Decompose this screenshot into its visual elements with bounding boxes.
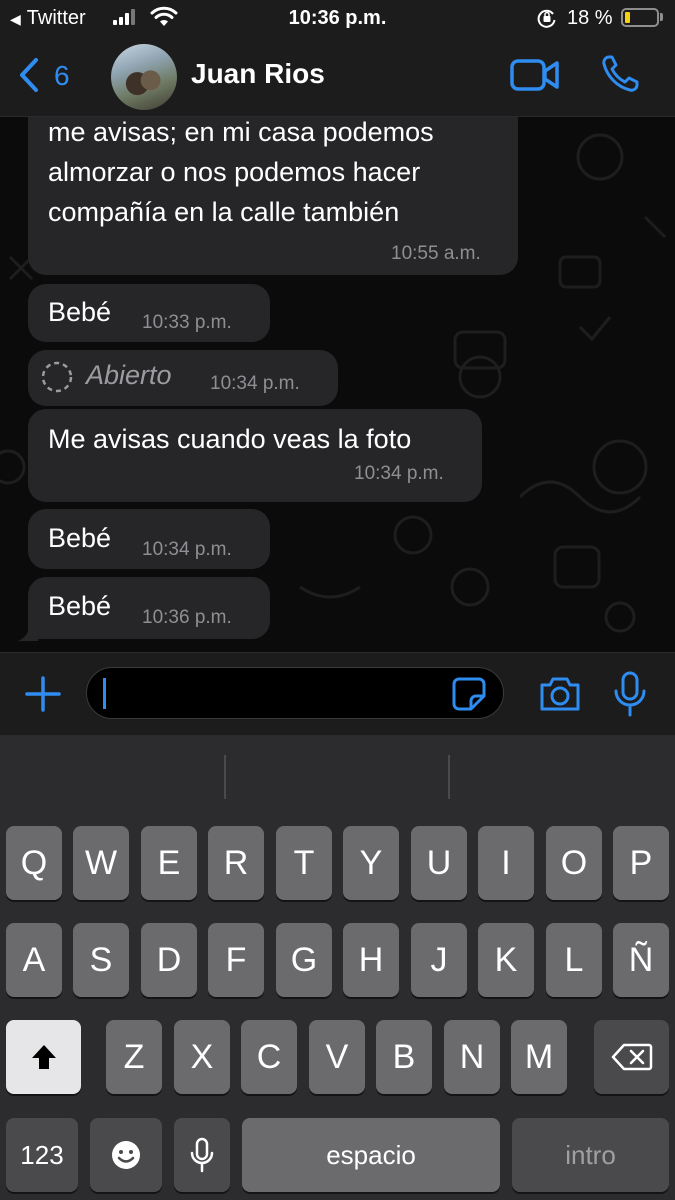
battery-level xyxy=(625,12,630,23)
key-z[interactable]: Z xyxy=(106,1020,162,1094)
unread-count[interactable]: 6 xyxy=(54,60,70,92)
key-c[interactable]: C xyxy=(241,1020,297,1094)
message-text-line: compañía en la calle también xyxy=(48,197,400,227)
key-g[interactable]: G xyxy=(276,923,332,997)
back-chevron-icon[interactable] xyxy=(16,56,42,94)
shift-key[interactable] xyxy=(6,1020,81,1094)
emoji-key[interactable] xyxy=(90,1118,162,1192)
battery-tip xyxy=(660,13,663,21)
message-time: 10:36 p.m. xyxy=(142,607,232,628)
key-p[interactable]: P xyxy=(613,826,669,900)
microphone-icon[interactable] xyxy=(612,671,648,717)
message-input[interactable] xyxy=(86,667,504,719)
view-once-bubble[interactable]: Abierto 10:34 p.m. xyxy=(28,350,338,406)
key-r[interactable]: R xyxy=(208,826,264,900)
status-bar: ◀ Twitter 10:36 p.m. 18 % xyxy=(0,0,675,38)
dictation-key[interactable] xyxy=(174,1118,230,1192)
sticker-icon[interactable] xyxy=(451,676,487,712)
text-cursor xyxy=(103,678,106,709)
message-time: 10:55 a.m. xyxy=(391,243,481,264)
contact-name[interactable]: Juan Rios xyxy=(191,58,325,90)
message-time: 10:34 p.m. xyxy=(142,539,232,560)
key-f[interactable]: F xyxy=(208,923,264,997)
chat-area[interactable]: me avisas; en mi casa podemos almorzar o… xyxy=(0,117,675,652)
key-m[interactable]: M xyxy=(511,1020,567,1094)
rotation-lock-icon xyxy=(537,9,556,28)
return-key[interactable]: intro xyxy=(512,1118,669,1192)
avatar[interactable] xyxy=(111,44,177,110)
message-time: 10:33 p.m. xyxy=(142,312,232,333)
backspace-key[interactable] xyxy=(594,1020,669,1094)
key-k[interactable]: K xyxy=(478,923,534,997)
message-text-line: almorzar o nos podemos hacer xyxy=(48,157,421,187)
message-bubble[interactable]: Bebé 10:36 p.m. xyxy=(28,577,270,639)
battery-percentage: 18 % xyxy=(567,7,613,29)
view-once-opened-icon xyxy=(41,361,73,393)
message-time: 10:34 p.m. xyxy=(354,463,444,484)
message-bubble[interactable]: Me avisas cuando veas la foto 10:34 p.m. xyxy=(28,409,482,502)
message-bubble[interactable]: me avisas; en mi casa podemos almorzar o… xyxy=(28,117,518,275)
key-enye[interactable]: Ñ xyxy=(613,923,669,997)
chat-header: 6 Juan Rios xyxy=(0,38,675,117)
video-call-icon[interactable] xyxy=(510,58,560,92)
key-x[interactable]: X xyxy=(174,1020,230,1094)
message-text: Bebé xyxy=(48,591,112,621)
backspace-icon xyxy=(611,1043,652,1071)
message-text: Me avisas cuando veas la foto xyxy=(48,424,412,454)
emoji-icon xyxy=(112,1141,140,1169)
key-q[interactable]: Q xyxy=(6,826,62,900)
message-text: Bebé xyxy=(48,297,112,327)
bubble-tail xyxy=(18,625,38,641)
key-h[interactable]: H xyxy=(343,923,399,997)
suggestion-divider xyxy=(224,755,226,799)
key-w[interactable]: W xyxy=(73,826,129,900)
key-v[interactable]: V xyxy=(309,1020,365,1094)
key-j[interactable]: J xyxy=(411,923,467,997)
message-bubble[interactable]: Bebé 10:34 p.m. xyxy=(28,509,270,569)
phone-icon[interactable] xyxy=(600,54,640,94)
message-text-line: me avisas; en mi casa podemos xyxy=(48,117,434,147)
suggestion-divider xyxy=(448,755,450,799)
key-n[interactable]: N xyxy=(444,1020,500,1094)
key-b[interactable]: B xyxy=(376,1020,432,1094)
key-d[interactable]: D xyxy=(141,923,197,997)
space-key[interactable]: espacio xyxy=(242,1118,500,1192)
key-y[interactable]: Y xyxy=(343,826,399,900)
message-text: Bebé xyxy=(48,523,112,553)
key-l[interactable]: L xyxy=(546,923,602,997)
message-bubble[interactable]: Bebé 10:33 p.m. xyxy=(28,284,270,342)
key-i[interactable]: I xyxy=(478,826,534,900)
plus-icon[interactable] xyxy=(24,675,62,713)
key-u[interactable]: U xyxy=(411,826,467,900)
numbers-key[interactable]: 123 xyxy=(6,1118,78,1192)
camera-icon[interactable] xyxy=(538,675,582,713)
key-o[interactable]: O xyxy=(546,826,602,900)
keyboard: Q W E R T Y U I O P A S D F G H J K L Ñ … xyxy=(0,735,675,1200)
view-once-label: Abierto xyxy=(86,360,172,390)
dictation-icon xyxy=(190,1137,214,1173)
message-composer xyxy=(0,652,675,735)
message-time: 10:34 p.m. xyxy=(210,373,300,394)
shift-icon xyxy=(31,1045,56,1069)
battery-icon xyxy=(621,8,659,27)
key-a[interactable]: A xyxy=(6,923,62,997)
suggestion-bar xyxy=(0,735,675,813)
key-s[interactable]: S xyxy=(73,923,129,997)
key-e[interactable]: E xyxy=(141,826,197,900)
key-t[interactable]: T xyxy=(276,826,332,900)
